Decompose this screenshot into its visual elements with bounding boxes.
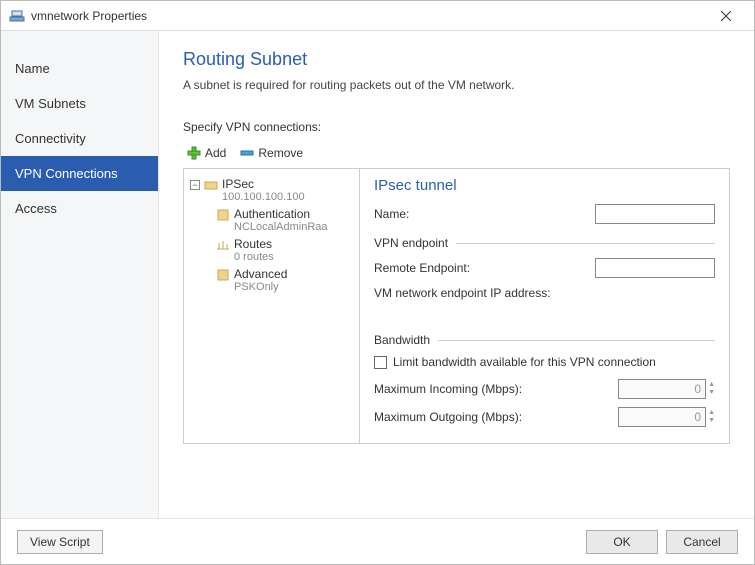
bandwidth-group: Bandwidth	[374, 333, 715, 347]
vpn-endpoint-group: VPN endpoint	[374, 236, 715, 250]
titlebar: vmnetwork Properties	[1, 1, 754, 31]
remove-label: Remove	[258, 146, 303, 160]
tree-item-sub: PSKOnly	[234, 281, 287, 293]
view-script-label: View Script	[30, 535, 90, 549]
main-panel: Routing Subnet A subnet is required for …	[159, 31, 754, 518]
tree-item-label: Routes	[234, 237, 274, 251]
tree-item-label: Authentication	[234, 207, 328, 221]
limit-bandwidth-checkbox[interactable]	[374, 356, 387, 369]
body: Name VM Subnets Connectivity VPN Connect…	[1, 31, 754, 518]
divider	[438, 340, 715, 341]
tree-item-routes[interactable]: Routes 0 routes	[216, 235, 353, 265]
bandwidth-group-label: Bandwidth	[374, 333, 430, 347]
tree-root-sub: 100.100.100.100	[222, 191, 305, 203]
max-incoming-label: Maximum Incoming (Mbps):	[374, 382, 618, 396]
chevron-down-icon: ▼	[708, 389, 715, 397]
detail-title: IPsec tunnel	[374, 177, 715, 194]
footer: View Script OK Cancel	[1, 518, 754, 564]
remote-endpoint-label: Remote Endpoint:	[374, 261, 595, 275]
sidebar-item-access[interactable]: Access	[1, 191, 158, 226]
add-label: Add	[205, 146, 226, 160]
name-input[interactable]	[595, 204, 715, 224]
max-outgoing-input	[618, 407, 706, 427]
tree-item-sub: NCLocalAdminRaa	[234, 221, 328, 233]
tree-item-label: Advanced	[234, 267, 287, 281]
limit-bandwidth-row: Limit bandwidth available for this VPN c…	[374, 355, 715, 369]
name-row: Name:	[374, 204, 715, 224]
sidebar: Name VM Subnets Connectivity VPN Connect…	[1, 31, 159, 518]
max-incoming-input	[618, 379, 706, 399]
cancel-label: Cancel	[683, 535, 720, 549]
sidebar-item-connectivity[interactable]: Connectivity	[1, 121, 158, 156]
close-button[interactable]	[706, 2, 746, 30]
specify-label: Specify VPN connections:	[183, 120, 730, 134]
connections-toolbar: Add Remove	[183, 140, 730, 168]
name-label: Name:	[374, 207, 595, 221]
max-outgoing-label: Maximum Outgoing (Mbps):	[374, 410, 618, 424]
ok-label: OK	[613, 535, 630, 549]
max-incoming-spinner: ▲▼	[708, 381, 715, 397]
view-script-button[interactable]: View Script	[17, 530, 103, 554]
sidebar-item-vm-subnets[interactable]: VM Subnets	[1, 86, 158, 121]
limit-bandwidth-label: Limit bandwidth available for this VPN c…	[393, 355, 656, 369]
advanced-icon	[216, 268, 230, 285]
vpn-endpoint-group-label: VPN endpoint	[374, 236, 448, 250]
connections-tree: − IPSec 100.100.100.100	[184, 169, 360, 443]
tree-item-authentication[interactable]: Authentication NCLocalAdminRaa	[216, 205, 353, 235]
add-button[interactable]: Add	[183, 144, 230, 162]
remote-endpoint-input[interactable]	[595, 258, 715, 278]
routes-icon	[216, 238, 230, 255]
close-icon	[721, 11, 731, 21]
vm-endpoint-row: VM network endpoint IP address:	[374, 286, 715, 300]
authentication-icon	[216, 208, 230, 225]
page-title: Routing Subnet	[183, 49, 730, 70]
tree-item-advanced[interactable]: Advanced PSKOnly	[216, 265, 353, 295]
tree-root[interactable]: − IPSec 100.100.100.100	[190, 175, 353, 205]
detail-panel: IPsec tunnel Name: VPN endpoint Remote E…	[360, 169, 729, 443]
sidebar-item-vpn-connections[interactable]: VPN Connections	[1, 156, 158, 191]
connections-box: − IPSec 100.100.100.100	[183, 168, 730, 444]
chevron-up-icon: ▲	[708, 409, 715, 417]
tree-item-sub: 0 routes	[234, 251, 274, 263]
vpn-icon	[204, 178, 218, 195]
tree-root-label: IPSec	[222, 177, 305, 191]
cancel-button[interactable]: Cancel	[666, 530, 738, 554]
vm-endpoint-label: VM network endpoint IP address:	[374, 286, 715, 300]
collapse-icon[interactable]: −	[190, 180, 200, 190]
max-outgoing-row: Maximum Outgoing (Mbps): ▲▼	[374, 407, 715, 427]
window-title: vmnetwork Properties	[31, 9, 706, 23]
properties-window: vmnetwork Properties Name VM Subnets Con…	[0, 0, 755, 565]
page-description: A subnet is required for routing packets…	[183, 78, 730, 92]
app-icon	[9, 8, 25, 24]
max-incoming-row: Maximum Incoming (Mbps): ▲▼	[374, 379, 715, 399]
ok-button[interactable]: OK	[586, 530, 658, 554]
sidebar-item-name[interactable]: Name	[1, 51, 158, 86]
remove-icon	[240, 146, 254, 160]
max-outgoing-spinner: ▲▼	[708, 409, 715, 425]
add-icon	[187, 146, 201, 160]
remove-button[interactable]: Remove	[236, 144, 307, 162]
divider	[456, 243, 715, 244]
chevron-up-icon: ▲	[708, 381, 715, 389]
chevron-down-icon: ▼	[708, 417, 715, 425]
remote-endpoint-row: Remote Endpoint:	[374, 258, 715, 278]
